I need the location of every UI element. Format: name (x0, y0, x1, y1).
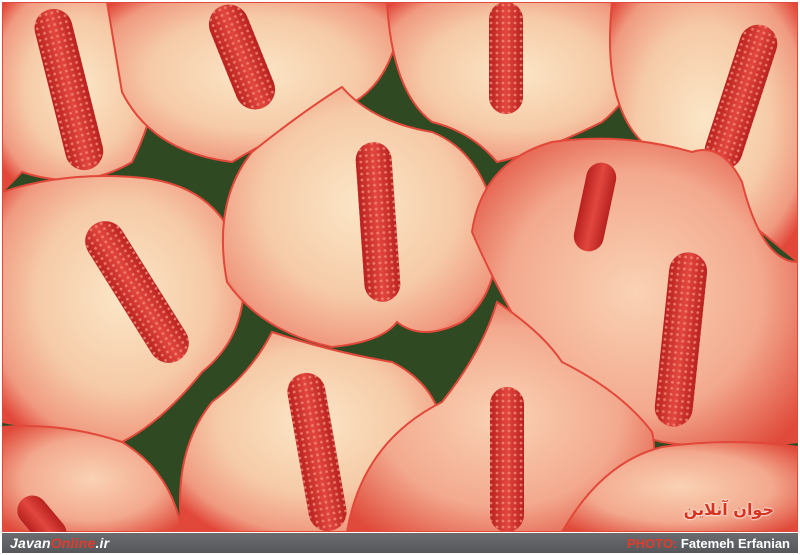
site-brand: JavanOnline.ir (10, 535, 109, 551)
brand-domain: .ir (95, 535, 110, 551)
brand-online: Online (50, 535, 96, 551)
credit-name: Fatemeh Erfanian (680, 535, 790, 551)
anthurium-photo (2, 2, 798, 532)
credit-label: PHOTO: (626, 535, 678, 551)
site-watermark: جوان آنلاین (683, 500, 774, 519)
brand-javan: Javan (10, 535, 51, 551)
photo-credit: PHOTO: Fatemeh Erfanian (627, 536, 790, 551)
footer-bar: JavanOnline.ir PHOTO: Fatemeh Erfanian (2, 533, 798, 553)
main-photo: جوان آنلاین (2, 2, 798, 532)
